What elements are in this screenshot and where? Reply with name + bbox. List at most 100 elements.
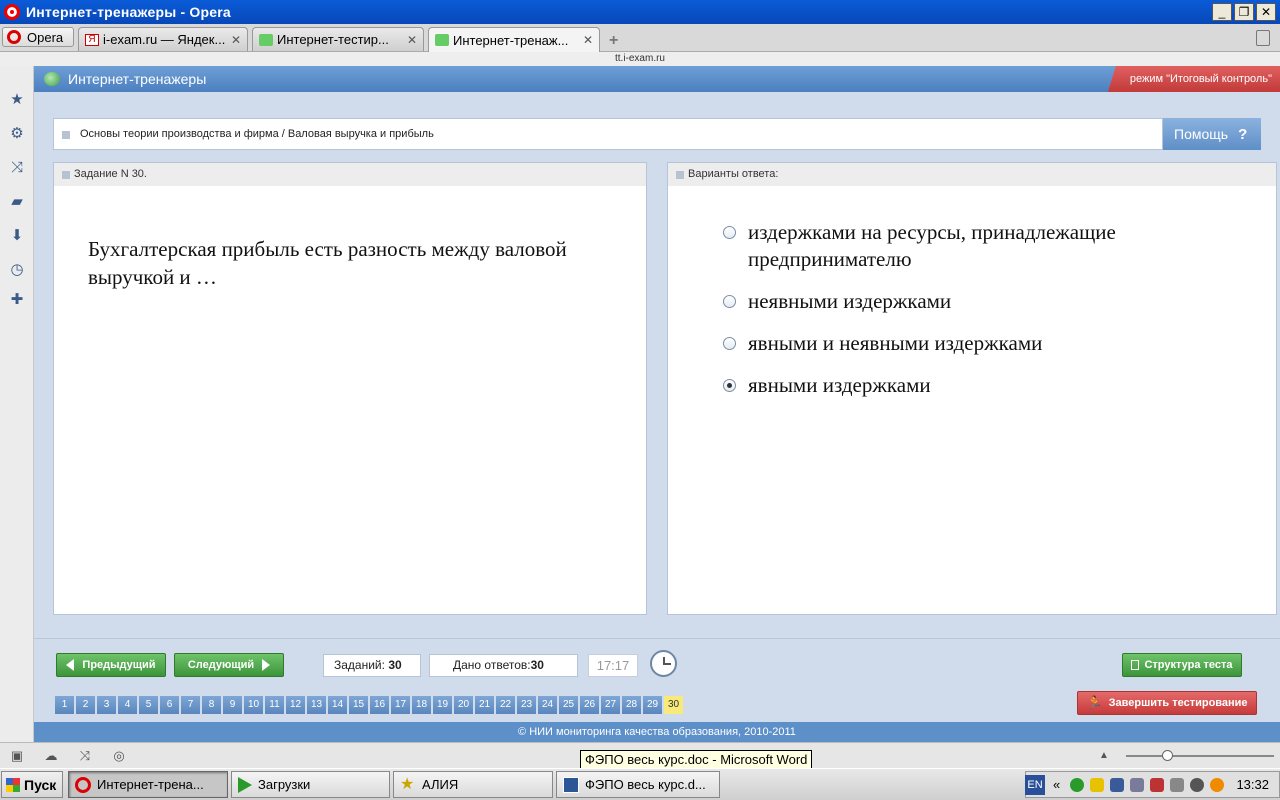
tab-label: i-exam.ru — Яндек... (103, 32, 225, 47)
tray-expand-chevron[interactable]: « (1053, 777, 1060, 792)
help-label: Помощь (1174, 126, 1229, 142)
clock-icon (650, 650, 677, 677)
question-number-button[interactable]: 20 (454, 696, 473, 714)
display-icon[interactable] (1130, 778, 1144, 792)
question-number-button[interactable]: 13 (307, 696, 326, 714)
question-number-button[interactable]: 25 (559, 696, 578, 714)
unite-icon[interactable]: ⤨ (9, 160, 25, 176)
question-number-button[interactable]: 18 (412, 696, 431, 714)
question-number-button[interactable]: 15 (349, 696, 368, 714)
update-icon[interactable] (1190, 778, 1204, 792)
close-button[interactable]: ✕ (1256, 3, 1276, 21)
tab-testing[interactable]: Интернет-тестир... ✕ (252, 27, 424, 51)
question-number-button[interactable]: 10 (244, 696, 263, 714)
radio-button[interactable] (723, 337, 736, 350)
network-error-icon[interactable] (1150, 778, 1164, 792)
taskbar-item-label: АЛИЯ (422, 777, 459, 792)
help-button[interactable]: Помощь ? (1163, 118, 1261, 150)
question-number-button[interactable]: 7 (181, 696, 200, 714)
answer-option-1[interactable]: издержками на ресурсы, принадлежащие пре… (723, 219, 1223, 273)
running-man-icon: 🏃 (1086, 695, 1103, 710)
radio-button[interactable] (723, 295, 736, 308)
trash-icon[interactable] (1256, 30, 1270, 46)
question-number-button[interactable]: 27 (601, 696, 620, 714)
bookmarks-star-icon[interactable]: ★ (9, 92, 25, 108)
previous-button[interactable]: Предыдущий (56, 653, 166, 677)
network-icon[interactable] (1110, 778, 1124, 792)
question-number-button[interactable]: 23 (517, 696, 536, 714)
question-number-button[interactable]: 3 (97, 696, 116, 714)
notes-icon[interactable]: ▰ (9, 194, 25, 210)
language-indicator[interactable]: EN (1025, 775, 1045, 795)
question-number-button[interactable]: 17 (391, 696, 410, 714)
app-tray-icon[interactable] (1210, 778, 1224, 792)
window-controls: _ ❐ ✕ (1212, 3, 1276, 21)
start-button[interactable]: Пуск (1, 771, 63, 798)
answer-option-4[interactable]: явными издержками (723, 372, 1223, 399)
new-tab-button[interactable]: + (609, 32, 618, 50)
question-number-button[interactable]: 21 (475, 696, 494, 714)
question-number-button[interactable]: 6 (160, 696, 179, 714)
answers-panel: Варианты ответа: издержками на ресурсы, … (667, 162, 1277, 615)
question-number-button[interactable]: 5 (139, 696, 158, 714)
zoom-knob[interactable] (1162, 750, 1173, 761)
taskbar-item-aliya[interactable]: ★ АЛИЯ (393, 771, 553, 798)
taskbar-item-label: Интернет-трена... (97, 777, 204, 792)
task-panel-header: Задание N 30. (54, 163, 646, 187)
cloud-icon[interactable]: ☁ (44, 749, 58, 763)
history-clock-icon[interactable]: ◷ (9, 262, 25, 278)
turbo-icon[interactable]: ◎ (112, 749, 126, 763)
tab-close-icon[interactable]: ✕ (231, 33, 241, 47)
tab-close-icon[interactable]: ✕ (407, 33, 417, 47)
question-number-button[interactable]: 19 (433, 696, 452, 714)
radio-button-selected[interactable] (723, 379, 736, 392)
shield-icon[interactable] (1090, 778, 1104, 792)
question-number-button[interactable]: 14 (328, 696, 347, 714)
tab-yandex[interactable]: Я i-exam.ru — Яндек... ✕ (78, 27, 248, 51)
unite-status-icon[interactable]: ⤨ (78, 749, 92, 763)
question-text: Бухгалтерская прибыль есть разность межд… (88, 237, 567, 289)
question-number-button[interactable]: 24 (538, 696, 557, 714)
taskbar-item-label: Загрузки (258, 777, 311, 792)
question-number-button[interactable]: 11 (265, 696, 284, 714)
question-number-button[interactable]: 28 (622, 696, 641, 714)
windows-taskbar: Пуск Интернет-трена... Загрузки ★ АЛИЯ Ф… (0, 768, 1280, 800)
zoom-up-icon[interactable]: ▲ (1097, 749, 1111, 763)
zoom-slider[interactable] (1126, 750, 1274, 761)
minimize-button[interactable]: _ (1212, 3, 1232, 21)
question-number-button[interactable]: 9 (223, 696, 242, 714)
question-number-button[interactable]: 29 (643, 696, 662, 714)
tab-label: Интернет-тренаж... (453, 32, 569, 48)
question-number-button[interactable]: 30 (664, 696, 683, 714)
test-structure-button[interactable]: Структура теста (1122, 653, 1242, 677)
panel-toggle-icon[interactable]: ▣ (10, 749, 24, 763)
question-number-button[interactable]: 22 (496, 696, 515, 714)
taskbar-item-opera[interactable]: Интернет-трена... (68, 771, 228, 798)
answer-option-3[interactable]: явными и неявными издержками (723, 330, 1223, 357)
question-number-button[interactable]: 1 (55, 696, 74, 714)
opera-menu-button[interactable]: Opera (2, 27, 74, 47)
star-icon: ★ (400, 775, 415, 793)
taskbar-item-word[interactable]: ФЭПО весь курс.d... (556, 771, 720, 798)
tab-close-icon[interactable]: ✕ (583, 33, 593, 47)
finish-test-button[interactable]: 🏃 Завершить тестирование (1077, 691, 1257, 715)
tasks-label: Заданий: (334, 658, 385, 672)
question-number-button[interactable]: 4 (118, 696, 137, 714)
question-number-button[interactable]: 26 (580, 696, 599, 714)
question-number-button[interactable]: 8 (202, 696, 221, 714)
radio-button[interactable] (723, 226, 736, 239)
question-number-button[interactable]: 2 (76, 696, 95, 714)
question-number-button[interactable]: 12 (286, 696, 305, 714)
taskbar-item-downloads[interactable]: Загрузки (231, 771, 390, 798)
speaker-icon[interactable] (1170, 778, 1184, 792)
utorrent-icon[interactable] (1070, 778, 1084, 792)
settings-gear-icon[interactable]: ⚙ (9, 126, 25, 142)
downloads-icon[interactable]: ⬇ (9, 228, 25, 244)
add-panel-icon[interactable]: ✚ (9, 292, 25, 308)
tab-trainers[interactable]: Интернет-тренаж... ✕ (428, 27, 600, 52)
question-number-button[interactable]: 16 (370, 696, 389, 714)
next-button[interactable]: Следующий (174, 653, 284, 677)
answer-label: издержками на ресурсы, принадлежащие пре… (748, 220, 1116, 271)
restore-button[interactable]: ❐ (1234, 3, 1254, 21)
answer-option-2[interactable]: неявными издержками (723, 288, 1223, 315)
